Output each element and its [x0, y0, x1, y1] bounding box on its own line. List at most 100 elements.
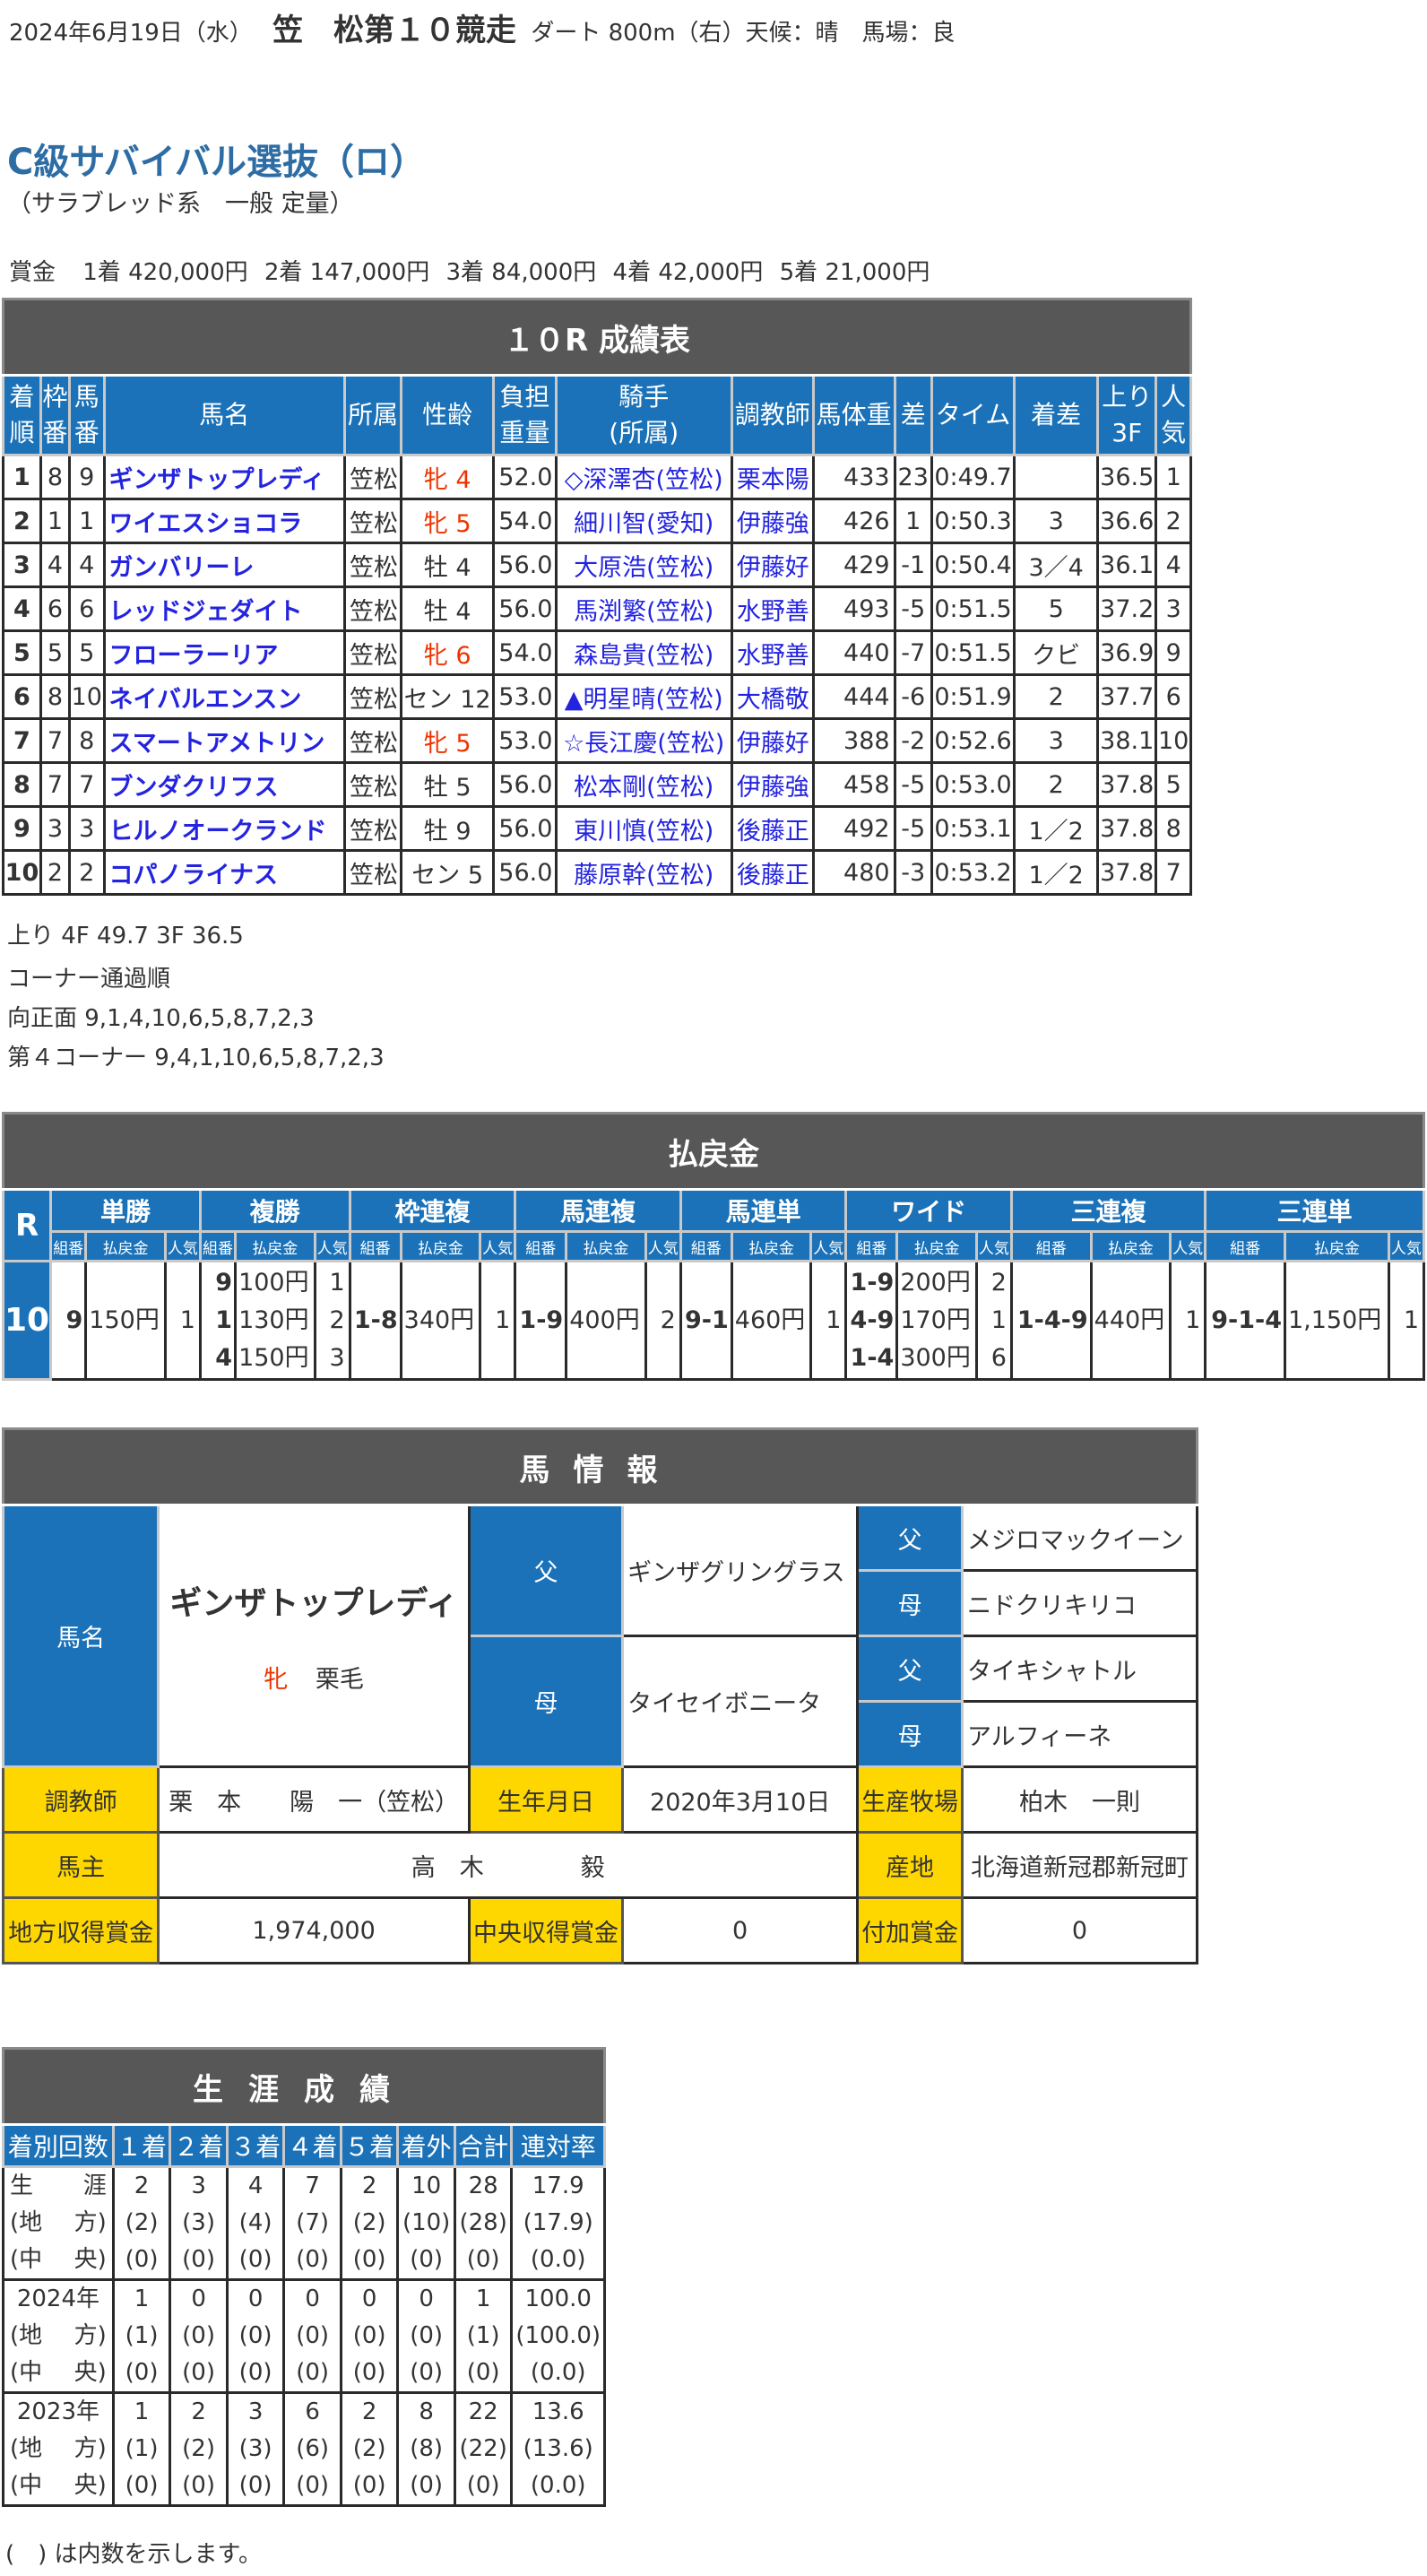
career-value: (0): [182, 2359, 215, 2386]
career-value: 0: [247, 2285, 264, 2312]
race-col-header: R: [1, 1188, 53, 1262]
trainer-value: 栗 本 陽 一（笠松）: [157, 1765, 471, 1834]
payout-sub-header: 組番: [198, 1230, 238, 1262]
result-diff: -3: [893, 849, 933, 896]
career-value: (13.6): [523, 2435, 593, 2462]
result-sex: 牡 5: [400, 761, 496, 808]
career-col-header: 連対率: [510, 2123, 606, 2168]
sire-label: 父: [467, 1504, 625, 1637]
result-body: 429: [811, 542, 896, 588]
career-col-header: 合計: [453, 2123, 514, 2168]
payout-sub-header: 人気: [163, 1230, 202, 1262]
payout-sub-header: 払戻金: [730, 1230, 813, 1262]
result-last3f: 37.2: [1096, 585, 1158, 632]
payout-combo-value: 1-4: [850, 1343, 895, 1372]
results-col-header: 着 順: [2, 374, 42, 456]
result-jockey[interactable]: 細川智(愛知): [554, 498, 733, 544]
result-last3f: 38.1: [1096, 717, 1158, 764]
career-value: (0): [182, 2246, 215, 2273]
payout-combo: 9-1-4: [1204, 1260, 1286, 1381]
result-jockey[interactable]: ◇深澤杏(笠松): [554, 454, 733, 500]
result-num: 3: [67, 805, 106, 852]
result-last3f: 36.1: [1096, 542, 1158, 588]
dam-dam-label: 母: [856, 1700, 964, 1768]
result-weight: 53.0: [492, 717, 558, 764]
result-jockey[interactable]: 森島貴(笠松): [554, 629, 733, 676]
result-last3f: 37.8: [1096, 849, 1158, 896]
result-trainer[interactable]: 伊藤強: [730, 498, 815, 544]
result-trainer[interactable]: 大橋敬: [730, 673, 815, 720]
career-value: (0): [296, 2246, 330, 2273]
result-trainer[interactable]: 後藤正: [730, 805, 815, 852]
bet-type-header: 三連単: [1204, 1188, 1425, 1233]
career-value: (3): [182, 2209, 215, 2236]
payout-amount: 340円: [399, 1260, 482, 1381]
result-num: 4: [67, 542, 106, 588]
prize-1: 1着 420,000円: [82, 259, 248, 286]
career-label-part: 涯: [82, 2173, 107, 2199]
career-record-table: 生涯成績 着別回数 １着 ２着 ３着 ４着 ５着 着外 合計 連対率 生涯 (地 方) (中 央) 2 (2…: [2, 2047, 606, 2507]
bet-type-header: 三連複: [1009, 1188, 1207, 1233]
result-name[interactable]: ギンザトップレディ: [102, 454, 347, 500]
career-value: (0.0): [530, 2472, 586, 2499]
payout-amount-value: 150円: [238, 1343, 309, 1372]
birth-label: 生年月日: [467, 1765, 625, 1834]
trainer-label: 調教師: [1, 1765, 160, 1834]
result-trainer[interactable]: 伊藤好: [730, 542, 815, 588]
result-jockey[interactable]: 馬渕繁(笠松): [554, 585, 733, 632]
result-jockey[interactable]: 大原浩(笠松): [554, 542, 733, 588]
result-waku: 2: [39, 849, 71, 896]
payout-combo-value: 9-1: [684, 1305, 729, 1334]
career-col-header: ２着: [169, 2123, 229, 2168]
result-jockey[interactable]: 東川慎(笠松): [554, 805, 733, 852]
result-name[interactable]: ワイエスショコラ: [102, 498, 347, 544]
result-name[interactable]: ヒルノオークランド: [102, 805, 347, 852]
career-value: (0): [352, 2472, 386, 2499]
result-name[interactable]: フローラーリア: [102, 629, 347, 676]
payout-amount: 100円 130円 150円: [234, 1260, 316, 1381]
payout-amount-value: 130円: [238, 1305, 309, 1334]
result-trainer[interactable]: 水野善: [730, 585, 815, 632]
career-cell: 4 (4) (0): [225, 2165, 286, 2281]
payout-amount: 150円: [84, 1260, 167, 1381]
result-last3f: 36.6: [1096, 498, 1158, 544]
payout-sub-header: 払戻金: [399, 1230, 482, 1262]
result-jockey[interactable]: 藤原幹(笠松): [554, 849, 733, 896]
result-body: 433: [811, 454, 896, 500]
dam-sire-name: タイキシャトル: [961, 1635, 1198, 1703]
payout-amount-value: 1,150円: [1287, 1305, 1382, 1334]
result-jockey[interactable]: ▲明星晴(笠松): [554, 673, 733, 720]
result-jockey[interactable]: ☆長江慶(笠松): [554, 717, 733, 764]
result-name[interactable]: レッドジェダイト: [102, 585, 347, 632]
payout-amount: 200円 170円 300円: [895, 1260, 978, 1381]
payout-combo: 9: [49, 1260, 88, 1381]
result-trainer[interactable]: 後藤正: [730, 849, 815, 896]
result-trainer[interactable]: 伊藤好: [730, 717, 815, 764]
result-pop: 3: [1155, 585, 1192, 632]
result-trainer[interactable]: 伊藤強: [730, 761, 815, 808]
result-jockey[interactable]: 松本剛(笠松): [554, 761, 733, 808]
result-name[interactable]: ネイバルエンスン: [102, 673, 347, 720]
payout-sub-header: 組番: [1009, 1230, 1093, 1262]
result-body: 444: [811, 673, 896, 720]
result-name[interactable]: ブンダクリフス: [102, 761, 347, 808]
result-trainer[interactable]: 栗本陽: [730, 454, 815, 500]
result-name[interactable]: スマートアメトリン: [102, 717, 347, 764]
career-value: (0): [296, 2322, 330, 2349]
result-body: 388: [811, 717, 896, 764]
career-value: 100.0: [524, 2285, 592, 2312]
career-value: (0): [125, 2246, 159, 2273]
results-col-header: 着差: [1013, 374, 1100, 456]
sire-dam-name: ニドクリキリコ: [961, 1569, 1198, 1637]
career-value: (0): [466, 2472, 500, 2499]
payout-pop-value: 1: [495, 1305, 511, 1334]
career-label-part: 方): [74, 2322, 107, 2349]
result-pop: 10: [1155, 717, 1192, 764]
payout-pop-value: 2: [660, 1305, 676, 1334]
payout-sub-header: 組番: [49, 1230, 88, 1262]
payout-amount: 1,150円: [1283, 1260, 1390, 1381]
race-venue-number: 笠 松第１０競走: [272, 13, 517, 48]
result-name[interactable]: コパノライナス: [102, 849, 347, 896]
result-name[interactable]: ガンバリーレ: [102, 542, 347, 588]
result-trainer[interactable]: 水野善: [730, 629, 815, 676]
